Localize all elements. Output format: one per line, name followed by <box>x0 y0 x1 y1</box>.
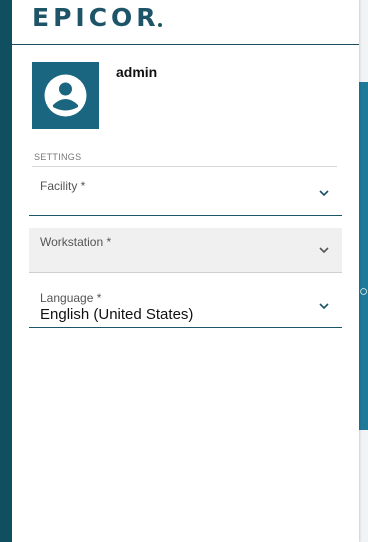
logo-bar: EPICOR <box>12 0 359 45</box>
epicor-logo: EPICOR <box>32 3 162 32</box>
background-search-icon: ○ <box>359 284 368 299</box>
settings-drawer: EPICOR admin SETTINGS Facility * Worksta… <box>12 0 359 542</box>
chevron-down-icon[interactable] <box>318 187 330 199</box>
language-value: English (United States) <box>40 306 194 323</box>
workstation-select[interactable]: Workstation * <box>29 228 342 273</box>
facility-select[interactable]: Facility * <box>29 168 342 216</box>
avatar <box>32 62 99 129</box>
settings-section-label: SETTINGS <box>34 152 82 162</box>
chevron-down-icon[interactable] <box>318 300 330 312</box>
user-circle-icon <box>44 74 87 117</box>
username: admin <box>116 64 158 80</box>
workstation-label: Workstation * <box>40 235 112 249</box>
left-app-strip <box>0 0 12 542</box>
language-select[interactable]: Language * English (United States) <box>29 285 342 328</box>
background-accent-panel <box>359 82 368 430</box>
language-label: Language * <box>40 291 102 305</box>
background-page: ○ <box>359 0 368 542</box>
chevron-down-icon[interactable] <box>318 244 330 256</box>
section-divider <box>32 166 337 167</box>
facility-label: Facility * <box>40 179 86 193</box>
